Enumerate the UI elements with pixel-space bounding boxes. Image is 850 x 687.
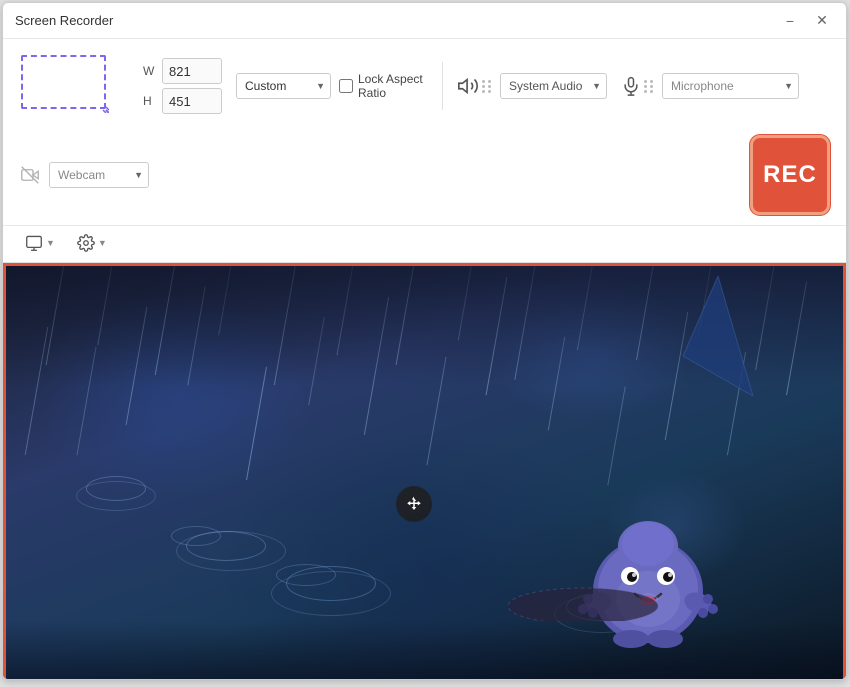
mic-dropdown-wrapper: Microphone Default Microphone No Microph…: [662, 73, 799, 99]
system-audio-select[interactable]: System Audio No Audio: [500, 73, 607, 99]
main-window: Screen Recorder − ✕ W: [2, 2, 847, 680]
webcam-dropdown-wrapper: Webcam No Webcam ▼: [49, 162, 149, 188]
dimensions-group: W H: [143, 58, 222, 114]
speaker-grid-dots[interactable]: [482, 80, 492, 93]
rain-overlay: [6, 266, 843, 680]
separator-1: [442, 62, 443, 110]
minimize-button[interactable]: −: [778, 9, 802, 33]
system-audio-dropdown-wrapper: System Audio No Audio ▼: [500, 73, 607, 99]
custom-select[interactable]: Custom Full Screen 1920x1080 1280x720 85…: [236, 73, 331, 99]
title-bar-controls: − ✕: [778, 9, 834, 33]
lock-aspect-label: Lock Aspect Ratio: [358, 72, 428, 101]
system-audio-group: System Audio No Audio ▼: [457, 73, 607, 99]
mic-icon-group: [621, 75, 654, 97]
lock-aspect-checkbox[interactable]: [339, 79, 353, 93]
width-label: W: [143, 64, 157, 78]
settings-dropdown-arrow: ▼: [98, 238, 107, 248]
height-row: H: [143, 88, 222, 114]
settings-button[interactable]: ▼: [71, 232, 113, 254]
height-label: H: [143, 94, 157, 108]
mic-grid-dots[interactable]: [644, 80, 654, 93]
speaker-icon-group: [457, 75, 492, 97]
webcam-icon-group: [19, 166, 41, 184]
display-button[interactable]: ▼: [19, 233, 61, 253]
rain-scene-bg: [6, 266, 843, 680]
webcam-select[interactable]: Webcam No Webcam: [49, 162, 149, 188]
microphone-group: Microphone Default Microphone No Microph…: [621, 73, 799, 99]
width-input[interactable]: [162, 58, 222, 84]
title-bar: Screen Recorder − ✕: [3, 3, 846, 39]
speaker-icon: [457, 75, 479, 97]
move-cursor: [396, 486, 432, 522]
system-audio-dropdown-group: System Audio No Audio ▼: [500, 73, 607, 99]
display-dropdown-arrow: ▼: [46, 238, 55, 248]
microphone-icon: [621, 75, 641, 97]
close-button[interactable]: ✕: [810, 9, 834, 33]
microphone-select[interactable]: Microphone Default Microphone No Microph…: [662, 73, 799, 99]
height-input[interactable]: [162, 88, 222, 114]
webcam-group: Webcam No Webcam ▼: [19, 162, 149, 188]
rec-button[interactable]: REC: [750, 135, 830, 215]
webcam-icon: [19, 166, 41, 184]
lock-aspect-inner: Lock Aspect Ratio: [339, 72, 428, 101]
rec-label: REC: [763, 161, 817, 189]
custom-dropdown-wrapper: Custom Full Screen 1920x1080 1280x720 85…: [236, 73, 331, 99]
screen-capture-area: [3, 263, 846, 680]
main-toolbar: W H Custom Full Screen 1920x1080 1280x72…: [3, 39, 846, 226]
bottom-toolbar: ▼ ▼: [3, 226, 846, 263]
region-box: [21, 55, 106, 109]
window-title: Screen Recorder: [15, 13, 113, 28]
width-row: W: [143, 58, 222, 84]
title-bar-left: Screen Recorder: [15, 13, 113, 28]
region-preview: [19, 51, 129, 121]
region-handle: [97, 101, 109, 113]
lock-aspect-group: Lock Aspect Ratio: [339, 72, 428, 101]
